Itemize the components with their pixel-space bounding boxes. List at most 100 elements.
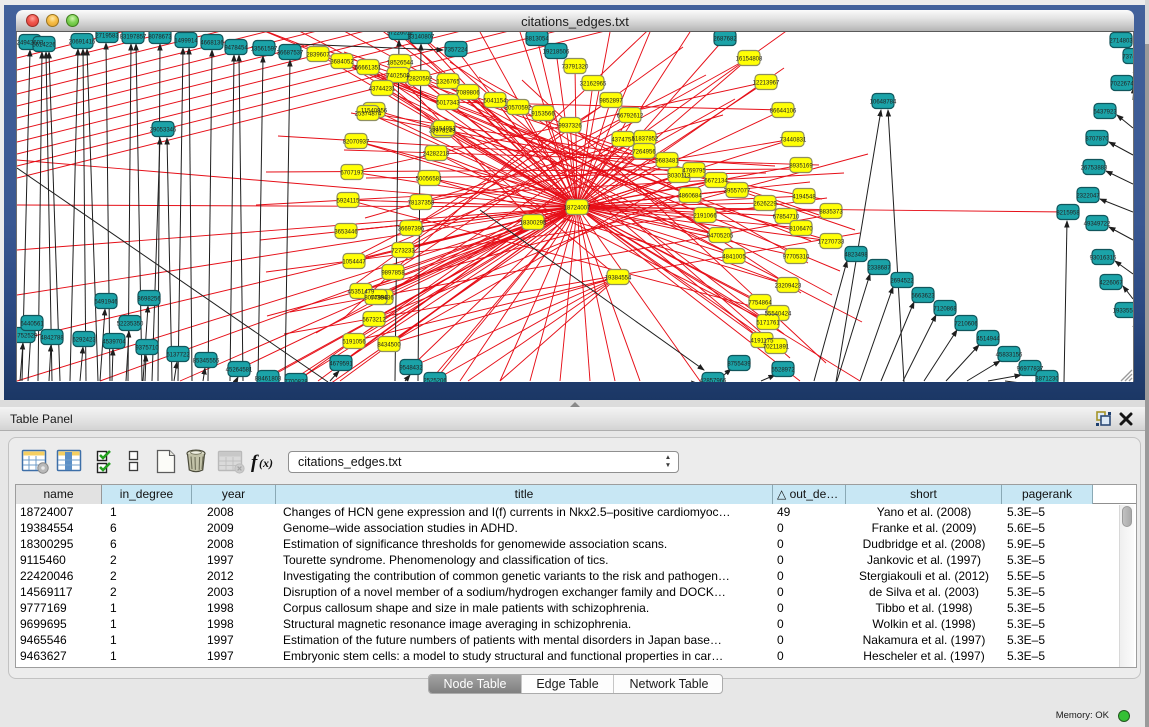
svg-text:73791320: 73791320 <box>562 65 589 71</box>
svg-text:5614226: 5614226 <box>32 43 56 49</box>
svg-text:36697396: 36697396 <box>398 227 425 233</box>
svg-text:6707197: 6707197 <box>340 171 364 177</box>
svg-text:19218506: 19218506 <box>543 50 570 56</box>
svg-text:19384554: 19384554 <box>605 276 632 282</box>
svg-text:12213967: 12213967 <box>753 81 780 87</box>
svg-text:18300295: 18300295 <box>520 221 547 227</box>
svg-text:66792612: 66792612 <box>617 114 644 120</box>
svg-text:8698256: 8698256 <box>137 297 161 303</box>
svg-text:9153566: 9153566 <box>531 112 555 118</box>
svg-text:2322047: 2322047 <box>1076 194 1100 200</box>
svg-text:17270733: 17270733 <box>818 240 845 246</box>
svg-text:6440561: 6440561 <box>20 322 44 328</box>
svg-text:7264956: 7264956 <box>632 150 656 156</box>
svg-text:7210606: 7210606 <box>954 322 978 328</box>
svg-text:6292423: 6292423 <box>72 338 96 344</box>
svg-text:5528972: 5528972 <box>771 368 795 374</box>
svg-text:5673212: 5673212 <box>362 318 386 324</box>
svg-text:9852897: 9852897 <box>599 99 623 105</box>
svg-text:97705310: 97705310 <box>783 255 810 261</box>
svg-text:2719583: 2719583 <box>95 34 119 40</box>
svg-text:96977837: 96977837 <box>1017 367 1044 373</box>
svg-text:24282218: 24282218 <box>423 152 450 158</box>
svg-text:5137722: 5137722 <box>166 353 190 359</box>
svg-text:3871230: 3871230 <box>1035 377 1059 383</box>
svg-text:f: f <box>251 452 259 473</box>
svg-text:4769795: 4769795 <box>682 169 706 175</box>
svg-text:13561597: 13561597 <box>251 47 278 53</box>
svg-text:36687537: 36687537 <box>277 51 304 57</box>
svg-text:45264581: 45264581 <box>226 368 253 374</box>
svg-text:4539704: 4539704 <box>102 340 126 346</box>
svg-text:2687682: 2687682 <box>713 37 737 43</box>
svg-text:3684052: 3684052 <box>330 60 354 66</box>
svg-text:8755439: 8755439 <box>727 362 751 368</box>
svg-text:3653446: 3653446 <box>334 230 358 236</box>
svg-text:9937326: 9937326 <box>558 124 582 130</box>
svg-text:2525206: 2525206 <box>423 379 447 383</box>
svg-text:7022674: 7022674 <box>1110 82 1133 88</box>
svg-text:4194548: 4194548 <box>792 195 816 201</box>
svg-text:3154051: 3154051 <box>432 127 456 133</box>
svg-text:9897858: 9897858 <box>381 271 405 277</box>
svg-text:7273233: 7273233 <box>391 249 415 255</box>
svg-text:8077999: 8077999 <box>364 296 388 302</box>
svg-text:72820592: 72820592 <box>406 77 433 83</box>
svg-text:5191056: 5191056 <box>342 340 366 346</box>
svg-text:45833156: 45833156 <box>996 353 1023 359</box>
svg-text:8707870: 8707870 <box>1085 137 1109 143</box>
svg-text:7357224: 7357224 <box>444 48 468 54</box>
svg-text:2714803: 2714803 <box>1109 39 1133 45</box>
svg-text:25374874: 25374874 <box>355 112 382 118</box>
svg-text:88461803: 88461803 <box>255 377 282 383</box>
svg-text:8935169: 8935169 <box>789 164 813 170</box>
svg-text:16154808: 16154808 <box>736 57 763 63</box>
svg-text:8434500: 8434500 <box>377 343 401 349</box>
svg-text:8078673: 8078673 <box>148 35 172 41</box>
svg-text:18724007: 18724007 <box>564 206 591 212</box>
svg-text:20691416: 20691416 <box>69 40 96 46</box>
svg-text:4679591: 4679591 <box>329 362 353 368</box>
svg-text:19335534: 19335534 <box>1113 309 1133 315</box>
svg-text:39557077: 39557077 <box>724 189 751 195</box>
svg-text:70211891: 70211891 <box>763 345 790 351</box>
svg-text:7700828: 7700828 <box>284 380 308 383</box>
svg-text:5491946: 5491946 <box>94 300 118 306</box>
svg-text:4226067: 4226067 <box>1099 281 1123 287</box>
svg-text:5663623: 5663623 <box>911 294 935 300</box>
svg-text:23209423: 23209423 <box>775 284 802 290</box>
svg-text:6672134: 6672134 <box>704 179 728 185</box>
svg-text:32162965: 32162965 <box>580 82 607 88</box>
svg-text:2694522: 2694522 <box>890 279 914 285</box>
svg-text:9375710: 9375710 <box>135 346 159 352</box>
svg-text:1499914: 1499914 <box>174 39 198 45</box>
svg-text:2338687: 2338687 <box>867 266 891 272</box>
svg-text:5171761: 5171761 <box>756 321 780 327</box>
svg-text:29053346: 29053346 <box>150 128 177 134</box>
svg-text:7120868: 7120868 <box>933 307 957 313</box>
svg-text:43744231: 43744231 <box>369 87 396 93</box>
svg-text:8835373: 8835373 <box>819 210 843 216</box>
svg-text:5437923: 5437923 <box>1093 110 1117 116</box>
svg-text:93016315: 93016315 <box>1090 256 1117 262</box>
svg-text:67854710: 67854710 <box>773 215 800 221</box>
svg-text:4842788: 4842788 <box>40 336 64 342</box>
svg-text:49349722: 49349722 <box>1084 222 1111 228</box>
svg-text:82070937: 82070937 <box>343 140 370 146</box>
svg-text:7754864: 7754864 <box>748 301 772 307</box>
svg-text:8106470: 8106470 <box>789 227 813 233</box>
svg-text:4668136: 4668136 <box>200 41 224 47</box>
svg-text:42857966: 42857966 <box>700 379 727 383</box>
svg-text:51837852: 51837852 <box>632 137 659 143</box>
svg-text:94705205: 94705205 <box>707 234 734 240</box>
svg-text:1326765: 1326765 <box>436 80 460 86</box>
svg-text:4860684: 4860684 <box>678 194 702 200</box>
svg-text:66661351: 66661351 <box>355 66 382 72</box>
svg-text:7374122: 7374122 <box>1122 55 1133 61</box>
svg-text:55540424: 55540424 <box>765 312 792 318</box>
svg-text:4514944: 4514944 <box>976 337 1000 343</box>
svg-text:83197857: 83197857 <box>120 35 147 41</box>
svg-text:2839607: 2839607 <box>306 53 330 59</box>
svg-text:5041154: 5041154 <box>484 99 508 105</box>
svg-text:9683481: 9683481 <box>655 159 679 165</box>
